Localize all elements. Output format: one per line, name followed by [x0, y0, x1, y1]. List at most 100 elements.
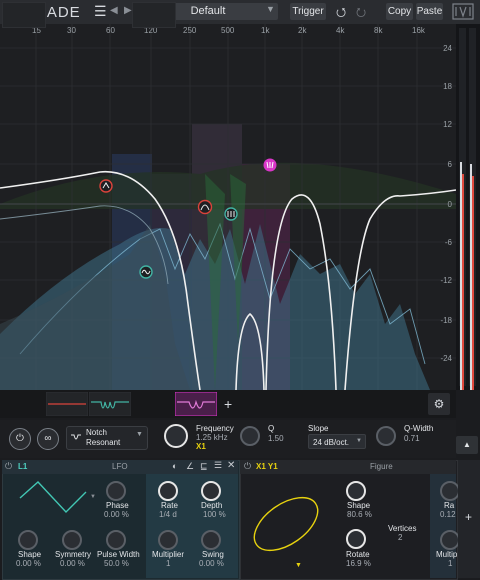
db-label: -6 — [445, 238, 453, 247]
figure-multiplier-value: 1 — [448, 559, 453, 568]
settings-gear-icon[interactable]: ⚙ — [428, 393, 450, 415]
add-band-button[interactable]: + — [224, 396, 232, 412]
db-label: 6 — [448, 160, 453, 169]
freq-label: 8k — [374, 26, 383, 35]
figure-shape-knob[interactable] — [346, 481, 366, 501]
rate-label: Rate — [161, 501, 178, 510]
depth-label: Depth — [201, 501, 223, 510]
lfo-shape-icon[interactable]: ∠ — [186, 461, 194, 472]
filter-type-name: Notch — [86, 428, 107, 437]
freq-label: 500 — [221, 26, 235, 35]
hamburger-menu-icon[interactable]: ☰ — [94, 3, 107, 20]
figure-multiplier-label: Multip — [436, 550, 458, 559]
figure-shape-display — [253, 496, 319, 552]
band-power-icon[interactable]: ⏻ — [9, 428, 31, 450]
output-meter — [456, 24, 480, 390]
figure-rate-label: Ra — [444, 501, 455, 510]
lfo-waveform-display — [19, 481, 87, 514]
pulse-width-value: 50.0 % — [104, 559, 129, 568]
lfo-tag: L1 — [18, 462, 28, 471]
frequency-mod-badge: X1 — [196, 442, 206, 451]
eq-graph[interactable]: 15 30 60 120 250 500 1k 2k 4k 8k 16k 24 … — [0, 24, 456, 390]
band-node-1[interactable] — [99, 179, 113, 193]
lfo-power-icon[interactable]: ⏻ — [5, 461, 12, 472]
shape-knob[interactable] — [18, 530, 38, 550]
multiplier-knob[interactable] — [158, 530, 178, 550]
rotate-knob[interactable] — [346, 529, 366, 549]
depth-knob[interactable] — [201, 481, 221, 501]
lfo-menu-icon[interactable]: ☰ — [214, 460, 222, 471]
freq-label: 1k — [261, 26, 270, 35]
depth-value: 100 % — [203, 510, 226, 519]
q-knob[interactable] — [240, 426, 260, 446]
freq-label: 16k — [412, 26, 426, 35]
symmetry-knob[interactable] — [62, 530, 82, 550]
figure-title: Figure — [370, 462, 393, 471]
db-label: 12 — [443, 120, 452, 129]
add-modulator-button[interactable]: + — [465, 510, 472, 524]
q-width-value: 0.71 — [404, 434, 420, 443]
freq-label: 30 — [67, 26, 76, 35]
shape-value: 0.00 % — [16, 559, 41, 568]
copy-button[interactable]: Copy — [386, 3, 413, 20]
chevron-down-icon: ▼ — [356, 438, 362, 444]
swing-value: 0.00 % — [199, 559, 224, 568]
collapse-panel-button[interactable]: ▲ — [456, 436, 478, 454]
phase-knob[interactable] — [106, 481, 126, 501]
band-node-4[interactable] — [139, 265, 153, 279]
chevron-down-icon: ▼ — [90, 494, 96, 500]
frequency-label: Frequency — [196, 424, 234, 433]
figure-power-icon[interactable]: ⏻ — [244, 461, 251, 472]
frequency-value: 1.25 kHz — [196, 433, 228, 442]
symmetry-label: Symmetry — [55, 550, 91, 559]
filter-type-mode: Resonant — [86, 438, 121, 447]
vertices-value[interactable]: 2 — [398, 533, 402, 542]
db-label: -18 — [440, 316, 452, 325]
frequency-knob[interactable] — [164, 424, 188, 448]
symmetry-value: 0.00 % — [60, 559, 85, 568]
db-label: 18 — [443, 82, 452, 91]
q-width-knob[interactable] — [376, 426, 396, 446]
pulse-width-knob[interactable] — [106, 530, 126, 550]
db-label: 24 — [443, 44, 452, 53]
db-label: -12 — [440, 276, 452, 285]
band-tab-3[interactable] — [89, 392, 131, 416]
multiplier-label: Multiplier — [152, 550, 185, 559]
band-tab-1[interactable] — [2, 2, 46, 28]
db-label: -24 — [440, 354, 452, 363]
q-value: 1.50 — [268, 434, 284, 443]
undo-icon[interactable]: ⭯ — [336, 3, 346, 24]
chevron-down-icon: ▼ — [266, 4, 275, 14]
multiplier-value: 1 — [166, 559, 171, 568]
swing-knob[interactable] — [201, 530, 221, 550]
figure-multiplier-knob[interactable] — [440, 530, 460, 550]
freq-label: 2k — [298, 26, 307, 35]
figure-shape-label: Shape — [347, 501, 371, 510]
notch-filter-icon — [71, 434, 81, 440]
trigger-button[interactable]: Trigger — [290, 3, 326, 20]
freq-label: 4k — [336, 26, 345, 35]
band-tab-2[interactable] — [46, 392, 88, 416]
lfo-step-icon[interactable]: ⊑ — [200, 461, 208, 472]
phase-label: Phase — [106, 501, 129, 510]
band-link-icon[interactable]: ∞ — [37, 428, 59, 450]
band-tab-4[interactable] — [132, 2, 176, 28]
preset-prev-icon[interactable]: ◀ — [110, 5, 118, 16]
figure-tag: X1 Y1 — [256, 462, 278, 471]
paste-button[interactable]: Paste — [416, 3, 443, 20]
lfo-mode-icon[interactable]: ◐ — [172, 461, 177, 471]
rotate-value: 16.9 % — [346, 559, 371, 568]
figure-shape-value: 80.6 % — [347, 510, 372, 519]
shape-label: Shape — [18, 550, 42, 559]
swing-label: Swing — [202, 550, 224, 559]
lfo-close-icon[interactable]: ✕ — [227, 460, 235, 471]
preset-next-icon[interactable]: ▶ — [124, 5, 132, 16]
figure-dropdown-icon[interactable]: ▼ — [295, 562, 302, 569]
band-node-3[interactable] — [224, 207, 238, 221]
band-tab-5-selected[interactable] — [175, 392, 217, 416]
band-node-5-selected[interactable] — [263, 158, 277, 172]
redo-icon[interactable]: ⭮ — [356, 3, 366, 24]
figure-rate-knob[interactable] — [440, 481, 460, 501]
rate-knob[interactable] — [158, 481, 178, 501]
band-node-2[interactable] — [197, 199, 213, 215]
